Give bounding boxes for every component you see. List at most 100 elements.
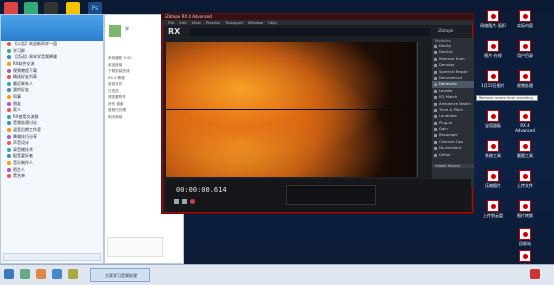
contact-row[interactable]: RX使用交流群	[1, 114, 103, 121]
start-icon[interactable]	[4, 269, 14, 279]
contact-avatar-icon	[7, 48, 11, 53]
taskbar-icon-4[interactable]	[68, 269, 78, 279]
desktop-shortcut[interactable]: 用户目录	[510, 40, 540, 63]
contact-row[interactable]: 混音后期工作室	[1, 127, 103, 134]
contact-label: RX软件交流	[13, 61, 35, 67]
rx-menu-process[interactable]: Process	[206, 20, 220, 25]
contact-label: 音频处理讨论	[13, 120, 37, 126]
taskbar-icon-3[interactable]	[52, 269, 62, 279]
rx-menu-help[interactable]: Help	[268, 20, 277, 25]
module-tooltip: Remove reverb from recording	[476, 95, 538, 101]
waveform-overview[interactable]	[190, 28, 430, 36]
contact-row[interactable]: 降噪技巧分享	[1, 133, 103, 140]
contact-avatar-icon	[7, 42, 11, 47]
shortcut-label: 图片转换	[517, 213, 533, 218]
contact-avatar-icon	[7, 75, 11, 80]
contact-label: 家人	[13, 107, 21, 113]
shortcut-icon	[519, 10, 531, 22]
desktop-shortcut[interactable]: 实际内容	[510, 10, 540, 33]
spectrogram-display[interactable]	[166, 42, 416, 177]
contact-row[interactable]: 朋友	[1, 100, 103, 107]
contact-avatar-icon	[7, 174, 11, 179]
contact-avatar-icon	[7, 160, 11, 165]
shortcut-icon	[519, 40, 531, 52]
desktop-shortcut[interactable]: RX 4 Advanced	[510, 110, 540, 133]
taskbar-chat-item[interactable]: 大家学习音频处理	[90, 268, 150, 282]
desktop-shortcut[interactable]: 网络图片-面积	[478, 10, 508, 33]
izotope-brand: iZotope	[438, 28, 454, 33]
contact-row[interactable]: 视频教程下载	[1, 67, 103, 74]
contact-row[interactable]: 【活动】周末学音频降噪	[1, 54, 103, 61]
contact-avatar-icon	[7, 108, 11, 113]
rx-menu-file[interactable]: File	[168, 20, 174, 25]
contact-label: 学习群	[13, 47, 25, 53]
contact-row[interactable]: 我的好友	[1, 87, 103, 94]
rx-menu-window[interactable]: Window	[248, 20, 263, 25]
message-input[interactable]	[107, 237, 163, 257]
taskbar-icon-2[interactable]	[36, 269, 46, 279]
contact-row[interactable]: 音频处理讨论	[1, 120, 103, 127]
chat-header	[1, 15, 103, 41]
desktop-shortcut[interactable]: 宝塔面板	[478, 110, 508, 133]
contact-row[interactable]: 音乐制作人	[1, 160, 103, 167]
tray-icon[interactable]	[530, 269, 540, 279]
contact-avatar-icon	[7, 134, 11, 139]
contact-row[interactable]: 声音设计	[1, 140, 103, 147]
contact-row[interactable]: RX软件交流	[1, 61, 103, 68]
shortcut-label: 宝塔面板	[485, 123, 501, 128]
contact-row[interactable]: 【公告】欢迎新同学一组	[1, 41, 103, 48]
contact-row[interactable]: 配音爱好者	[1, 153, 103, 160]
frequency-scale	[417, 42, 429, 177]
shortcut-label: 视频处理	[517, 83, 533, 88]
stop-button[interactable]	[182, 199, 187, 204]
rx-menu-transport[interactable]: Transport	[225, 20, 243, 25]
desktop-shortcut[interactable]: 上传到云盘	[478, 200, 508, 223]
desktop-shortcut[interactable]: 图片-在线	[478, 40, 508, 63]
contact-label: 音乐制作人	[13, 159, 33, 165]
shortcut-label: RX 4 Advanced	[515, 123, 535, 133]
rx-menu-edit[interactable]: Edit	[179, 20, 186, 25]
taskbar-icon-1[interactable]	[20, 269, 30, 279]
contact-row[interactable]: 同事	[1, 94, 103, 101]
contact-row[interactable]: 最近联系人	[1, 81, 103, 88]
contact-row[interactable]: 学习群	[1, 48, 103, 55]
shortcut-icon	[487, 200, 499, 212]
contact-row[interactable]: 陌生人	[1, 166, 103, 173]
record-button[interactable]	[190, 199, 195, 204]
shortcut-label: 上传文件	[517, 183, 533, 188]
shortcut-icon	[519, 228, 531, 240]
shortcut-icon	[487, 140, 499, 152]
chat-contacts-window: 【公告】欢迎新同学一组 学习群 【活动】周末学音频降噪 RX软件交流 视频教程下载 精选好…	[0, 14, 104, 264]
shortcut-icon	[519, 140, 531, 152]
contact-avatar-icon	[7, 147, 11, 152]
desktop-shortcut[interactable]: 截图工具	[510, 140, 540, 163]
contact-row[interactable]: 家人	[1, 107, 103, 114]
desktop-shortcut[interactable]: 1月15日图片	[478, 70, 508, 93]
contact-label: 黑名单	[13, 173, 25, 179]
contact-row[interactable]: 精选好友列表	[1, 74, 103, 81]
desktop-shortcut[interactable]: 系统工具	[478, 140, 508, 163]
desktop-shortcut[interactable]: 上传文件	[510, 170, 540, 193]
desktop-shortcut[interactable]: 视频处理	[510, 70, 540, 93]
rx-editor-window: iZotope RX 4 Advanced File Edit View Proces…	[161, 13, 474, 214]
contact-row[interactable]: 录音棚技术	[1, 147, 103, 154]
channel-divider	[166, 109, 416, 110]
chat-search-bar[interactable]	[3, 253, 101, 261]
rx-logo: RX	[168, 27, 181, 36]
desktop-shortcut[interactable]: 图片转换	[510, 200, 540, 223]
shortcut-label: 截图工具	[517, 153, 533, 158]
module-dither[interactable]: Dither	[432, 152, 474, 158]
shortcut-icon	[487, 110, 499, 122]
contact-label: 配音爱好者	[13, 153, 33, 159]
contact-avatar-icon	[7, 81, 11, 86]
desktop-shortcut[interactable]: 压缩图片	[478, 170, 508, 193]
message-item: 明天继续	[108, 114, 123, 119]
rx-menu-view[interactable]: View	[192, 20, 201, 25]
contact-label: 降噪技巧分享	[13, 133, 37, 139]
play-button[interactable]	[174, 199, 179, 204]
shortcut-label: 用户目录	[517, 53, 533, 58]
desktop-shortcut[interactable]: 回收站	[510, 228, 540, 251]
shortcut-icon	[519, 170, 531, 182]
contact-avatar-icon	[7, 62, 11, 67]
contact-row[interactable]: 黑名单	[1, 173, 103, 180]
